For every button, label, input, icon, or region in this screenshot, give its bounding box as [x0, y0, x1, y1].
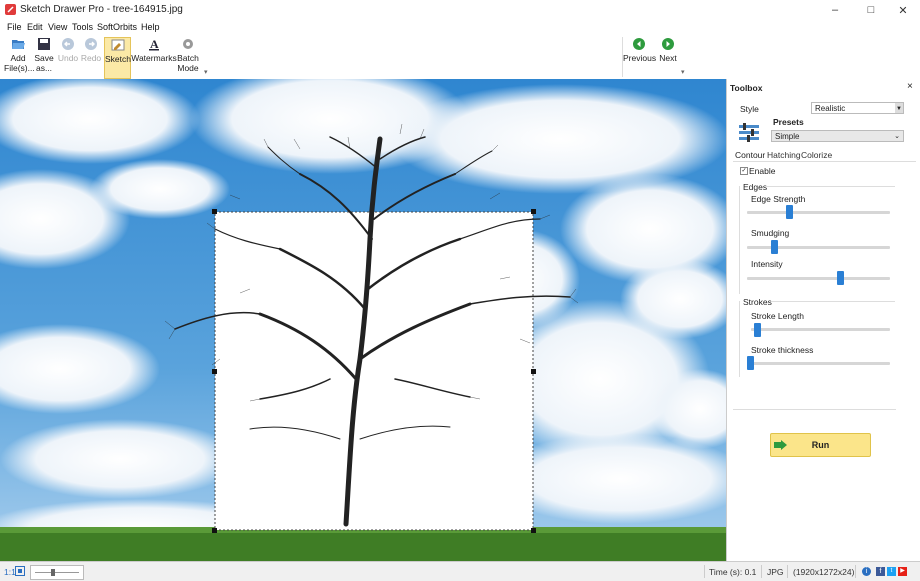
stroke-length-thumb[interactable]: [753, 323, 761, 337]
fit-screen-icon[interactable]: [15, 566, 25, 576]
dimensions-readout: (1920x1272x24): [793, 567, 855, 577]
next-button[interactable]: Next: [656, 37, 680, 77]
smudging-slider[interactable]: [747, 246, 890, 249]
arrow-left-icon: [633, 38, 645, 50]
tab-contour[interactable]: Contour: [735, 150, 766, 160]
status-separator: [704, 565, 705, 578]
run-label: Run: [811, 440, 830, 450]
image-canvas[interactable]: [0, 79, 726, 561]
folder-open-icon: [12, 40, 25, 49]
app-icon: [5, 4, 16, 15]
save-as-button[interactable]: Save as...: [34, 37, 54, 77]
presets-value: Simple: [775, 132, 800, 141]
zoom-track: [35, 572, 79, 573]
redo-icon: [85, 38, 97, 50]
svg-text:A: A: [150, 37, 159, 51]
twitter-icon[interactable]: t: [887, 567, 896, 576]
info-icon[interactable]: i: [862, 567, 871, 576]
stroke-thickness-thumb[interactable]: [747, 356, 754, 370]
chevron-down-icon: ▼: [895, 103, 903, 113]
youtube-icon[interactable]: ▶: [898, 567, 907, 576]
toolbox-title: Toolbox: [730, 83, 763, 93]
redo-button[interactable]: Redo: [80, 37, 102, 77]
facebook-icon[interactable]: f: [876, 567, 885, 576]
minimize-button[interactable]: –: [818, 0, 852, 20]
presets-icon: [739, 123, 759, 142]
undo-icon: [62, 38, 74, 50]
maximize-button[interactable]: □: [854, 0, 888, 20]
add-files-button[interactable]: Add File(s)...: [4, 37, 35, 77]
menu-help[interactable]: Help: [141, 22, 160, 32]
watermarks-label: Watermarks: [131, 53, 177, 63]
style-label: Style: [740, 104, 759, 114]
save-as-label: Save as...: [34, 53, 54, 73]
zoom-slider[interactable]: [30, 565, 84, 580]
redo-label: Redo: [80, 53, 102, 63]
stroke-length-slider[interactable]: [751, 328, 890, 331]
intensity-slider[interactable]: [747, 277, 890, 280]
next-label: Next: [659, 53, 677, 63]
tree-photo: [0, 79, 726, 561]
text-a-icon: A: [149, 37, 159, 51]
style-value: Realistic: [815, 104, 846, 113]
undo-button[interactable]: Undo: [57, 37, 79, 77]
presets-select[interactable]: Simple ⌄: [771, 130, 904, 142]
batch-mode-button[interactable]: Batch Mode: [176, 37, 200, 77]
toolbar: Add File(s)... Save as... Undo Redo Sket…: [0, 35, 920, 80]
arrow-right-icon: [662, 38, 674, 50]
sketch-button[interactable]: Sketch: [104, 37, 131, 79]
intensity-label: Intensity: [751, 259, 783, 269]
sketch-icon: [111, 39, 124, 51]
save-icon: [38, 38, 50, 50]
stroke-thickness-slider[interactable]: [747, 362, 890, 365]
edge-strength-thumb[interactable]: [786, 205, 794, 219]
window-title: Sketch Drawer Pro - tree-164915.jpg: [20, 4, 183, 15]
stroke-length-label: Stroke Length: [751, 311, 804, 321]
toolbar-overflow-icon-right[interactable]: ▾: [681, 68, 685, 76]
status-separator: [855, 565, 856, 578]
undo-label: Undo: [57, 53, 79, 63]
gear-icon: [183, 39, 193, 49]
zoom-thumb[interactable]: [51, 569, 55, 576]
smudging-thumb[interactable]: [771, 240, 779, 254]
format-readout: JPG: [767, 567, 784, 577]
enable-label: Enable: [749, 166, 776, 176]
add-files-label: Add File(s)...: [4, 53, 35, 73]
tab-colorize[interactable]: Colorize: [801, 150, 832, 160]
sketch-label: Sketch: [105, 54, 131, 64]
menu-file[interactable]: File: [7, 22, 22, 32]
run-divider: [733, 409, 896, 410]
title-bar: Sketch Drawer Pro - tree-164915.jpg – □ …: [0, 0, 920, 20]
batch-mode-label: Batch Mode: [177, 53, 199, 73]
menu-tools[interactable]: Tools: [72, 22, 93, 32]
previous-label: Previous: [623, 53, 657, 63]
menu-edit[interactable]: Edit: [27, 22, 43, 32]
edge-strength-label: Edge Strength: [751, 194, 806, 204]
style-select[interactable]: Realistic ▼: [811, 102, 904, 114]
time-readout: Time (s): 0.1: [709, 567, 757, 577]
status-separator: [761, 565, 762, 578]
tab-hatching[interactable]: Hatching: [767, 150, 801, 160]
presets-label: Presets: [773, 117, 804, 127]
chevron-down-icon: ⌄: [894, 133, 900, 140]
status-separator: [787, 565, 788, 578]
toolbox-panel: Toolbox × Style Realistic ▼ Presets Simp…: [726, 79, 920, 561]
menu-view[interactable]: View: [48, 22, 67, 32]
status-bar: 1:1 Time (s): 0.1 JPG (1920x1272x24) i f…: [0, 561, 920, 581]
run-button[interactable]: Run: [770, 433, 871, 457]
watermarks-button[interactable]: A Watermarks: [131, 37, 177, 77]
edge-strength-slider[interactable]: [747, 211, 890, 214]
stroke-thickness-label: Stroke thickness: [751, 345, 814, 355]
toolbox-close-icon[interactable]: ×: [907, 81, 913, 92]
intensity-thumb[interactable]: [836, 271, 844, 285]
enable-checkbox[interactable]: ✓: [740, 167, 748, 175]
menu-softorbits[interactable]: SoftOrbits: [97, 22, 137, 32]
menu-bar: File Edit View Tools SoftOrbits Help: [0, 20, 920, 35]
previous-button[interactable]: Previous: [623, 37, 657, 77]
close-button[interactable]: ✕: [886, 0, 920, 20]
toolbar-overflow-icon[interactable]: ▾: [204, 68, 208, 76]
smudging-label: Smudging: [751, 228, 790, 238]
